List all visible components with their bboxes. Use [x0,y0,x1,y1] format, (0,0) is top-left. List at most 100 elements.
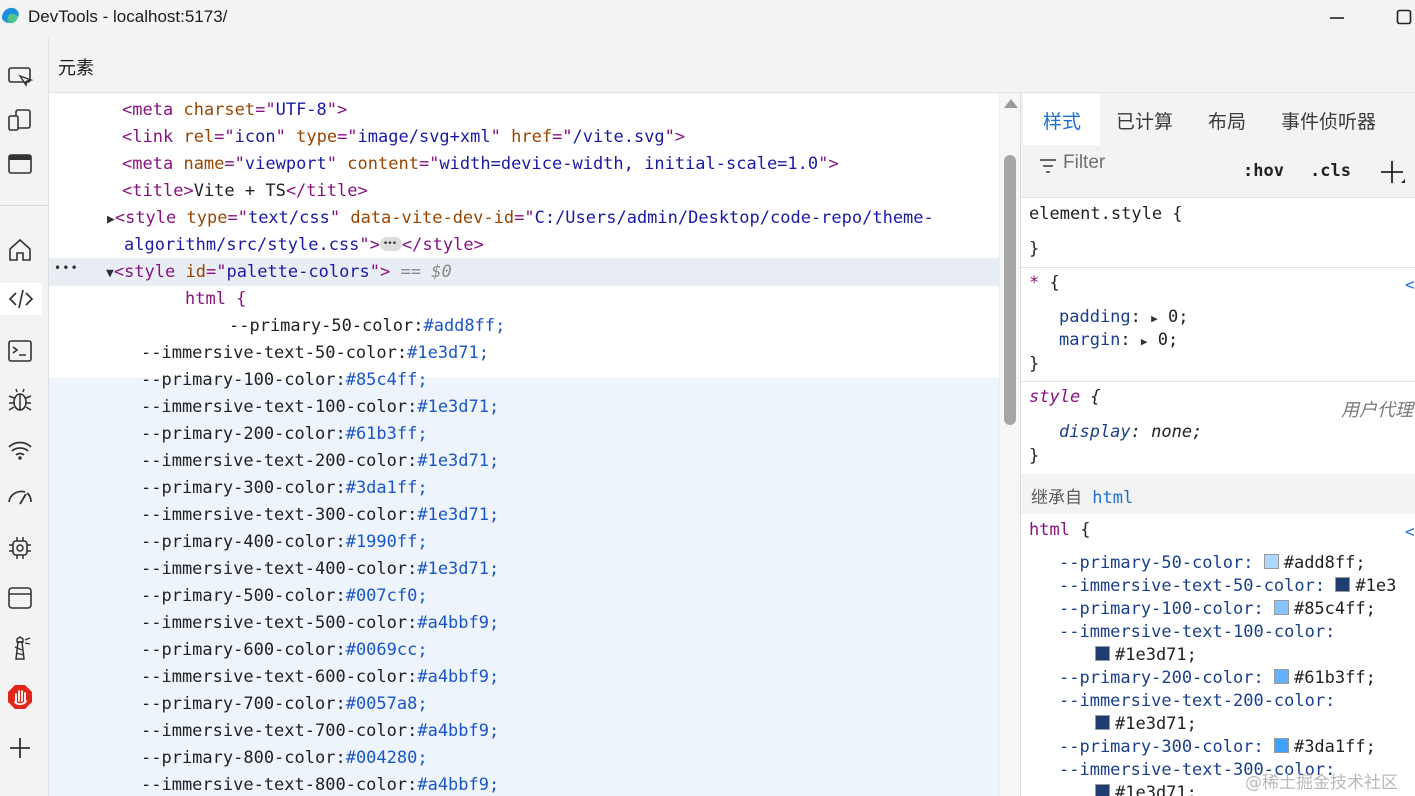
screencast-icon[interactable] [4,60,36,92]
color-swatch[interactable] [1095,714,1110,730]
dom-line-var[interactable]: --primary-50-color:#add8ff; [229,313,505,339]
tab-layout[interactable]: 布局 [1208,107,1246,134]
inherited-declaration-value[interactable]: #1e3d71; [1095,644,1197,666]
inherited-declaration[interactable]: --primary-100-color: #85c4ff; [1059,598,1376,620]
stop-icon[interactable] [4,681,36,713]
add-icon[interactable] [4,732,36,764]
dom-line-var[interactable]: --immersive-text-300-color:#1e3d71; [141,502,499,528]
dom-line-var[interactable]: --primary-500-color:#007cf0; [141,583,428,609]
panel-title[interactable]: 元素 [58,54,94,80]
dom-line-var[interactable]: --primary-700-color:#0057a8; [141,691,428,717]
elements-tree[interactable]: <meta charset="UTF-8"> <link rel="icon" … [49,93,999,796]
dom-line-var[interactable]: --immersive-text-500-color:#a4bbf9; [141,610,499,636]
inherited-declaration-value[interactable]: #1e3d71; [1095,782,1197,796]
styles-pane: 样式 已计算 布局 事件侦听器 :hov .cls element.style … [1021,93,1415,796]
color-swatch[interactable] [1095,783,1110,796]
color-swatch[interactable] [1335,576,1351,592]
inherited-declaration[interactable]: --primary-300-color: #3da1ff; [1059,736,1376,758]
expand-triangle-icon[interactable]: ▶ [107,212,115,227]
dom-line-meta-viewport[interactable]: <meta name="viewport" content="width=dev… [122,151,839,177]
tab-computed[interactable]: 已计算 [1116,107,1173,134]
scroll-thumb[interactable] [1004,155,1016,425]
html-rule-selector[interactable]: html { [1029,519,1090,541]
source-link-icon[interactable]: < [1405,275,1415,294]
title-bar: DevTools - localhost:5173/ [0,0,1415,38]
color-swatch[interactable] [1263,553,1279,569]
console-icon[interactable] [4,335,36,367]
display-declaration[interactable]: display: none; [1059,421,1202,443]
dom-line-style-palette[interactable]: ▼<style id="palette-colors"> == $0 [106,259,452,285]
cls-button[interactable]: .cls [1310,161,1351,181]
margin-declaration[interactable]: margin: ▶ 0; [1059,329,1178,353]
tab-event-listeners[interactable]: 事件侦听器 [1281,107,1376,134]
activity-divider [0,205,49,206]
hov-button[interactable]: :hov [1243,161,1284,181]
dom-line-var[interactable]: --immersive-text-100-color:#1e3d71; [141,394,499,420]
color-swatch[interactable] [1095,645,1110,661]
color-swatch[interactable] [1273,599,1289,615]
home-icon[interactable] [4,234,36,266]
element-style-selector[interactable]: element.style { [1029,203,1183,225]
collapse-triangle-icon[interactable]: ▼ [106,266,114,281]
color-swatch[interactable] [1273,668,1289,684]
panel-header: 元素 [49,38,1415,93]
memory-icon[interactable] [4,532,36,564]
inherited-declaration-value[interactable]: #1e3d71; [1095,713,1197,735]
application-icon[interactable] [4,582,36,614]
performance-icon[interactable] [4,482,36,514]
expand-caret-icon[interactable]: ▶ [1141,335,1148,348]
new-rule-icon[interactable] [1377,157,1407,187]
inherited-from-link[interactable]: html [1092,488,1133,508]
inherited-declaration[interactable]: --immersive-text-50-color: #1e3 [1059,575,1396,597]
minimize-icon[interactable] [1328,8,1348,28]
rule-close-brace: } [1029,446,1040,466]
style-rule-selector[interactable]: style { [1029,386,1101,408]
inherited-declaration[interactable]: --immersive-text-200-color: [1059,690,1335,712]
inherited-declaration[interactable]: --primary-50-color: #add8ff; [1059,552,1366,574]
filter-input[interactable] [1063,152,1213,174]
elements-icon[interactable] [0,283,42,315]
maximize-icon[interactable] [1395,8,1415,28]
elements-scrollbar[interactable] [999,93,1021,796]
window-icon[interactable] [4,148,36,180]
rule-separator [1021,381,1415,382]
source-link-icon[interactable]: < [1405,522,1415,541]
expand-caret-icon[interactable]: ▶ [1151,312,1158,325]
lighthouse-icon[interactable] [4,632,36,664]
dom-line-html-open[interactable]: html { [185,286,246,312]
dom-line-var[interactable]: --immersive-text-600-color:#a4bbf9; [141,664,499,690]
inherited-declaration[interactable]: --primary-200-color: #61b3ff; [1059,667,1376,689]
device-icon[interactable] [4,104,36,136]
inherited-declaration[interactable]: --immersive-text-100-color: [1059,621,1335,643]
padding-declaration[interactable]: padding: ▶ 0; [1059,306,1189,330]
collapsed-content-button[interactable] [379,231,402,257]
dom-line-var[interactable]: --primary-400-color:#1990ff; [141,529,428,555]
dom-line-var[interactable]: --immersive-text-50-color:#1e3d71; [141,340,489,366]
network-icon[interactable] [4,434,36,466]
filter-bar: :hov .cls [1021,145,1415,198]
scroll-up-icon[interactable] [1004,99,1018,108]
user-agent-origin: 用户代理 [1341,400,1413,421]
dom-line-var[interactable]: --primary-200-color:#61b3ff; [141,421,428,447]
dom-line-var[interactable]: --immersive-text-400-color:#1e3d71; [141,556,499,582]
dom-line-var[interactable]: --immersive-text-700-color:#a4bbf9; [141,718,499,744]
dom-line-meta-charset[interactable]: <meta charset="UTF-8"> [122,97,347,123]
dom-line-var[interactable]: --primary-100-color:#85c4ff; [141,367,428,393]
dom-line-var[interactable]: --primary-300-color:#3da1ff; [141,475,428,501]
dom-line-style-vite-cont[interactable]: algorithm/src/style.css"></style> [124,231,484,258]
color-swatch[interactable] [1273,737,1289,753]
edge-logo-icon [2,7,19,24]
dom-line-style-vite[interactable]: ▶<style type="text/css" data-vite-dev-id… [107,205,934,231]
dom-line-var[interactable]: --primary-600-color:#0069cc; [141,637,428,663]
debugger-icon[interactable] [4,384,36,416]
tab-styles[interactable]: 样式 [1043,107,1081,134]
rule-close-brace: } [1029,354,1040,374]
dom-line-title[interactable]: <title>Vite + TS</title> [122,178,368,204]
dom-line-var[interactable]: --primary-800-color:#004280; [141,745,428,771]
dom-line-var[interactable]: --immersive-text-800-color:#a4bbf9; [141,772,499,796]
row-more-icon[interactable]: ••• [54,261,79,275]
dom-line-link[interactable]: <link rel="icon" type="image/svg+xml" hr… [122,124,685,150]
dom-line-var[interactable]: --immersive-text-200-color:#1e3d71; [141,448,499,474]
rule-close-brace: } [1029,239,1040,259]
star-rule-selector[interactable]: * * {{ [1029,272,1060,294]
